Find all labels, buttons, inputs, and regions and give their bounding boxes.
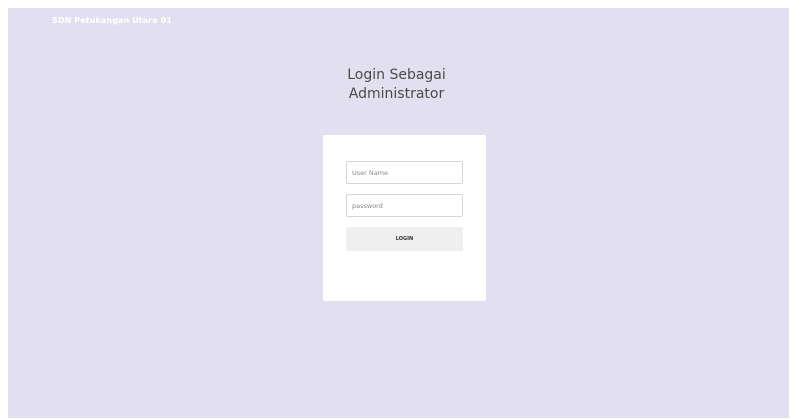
login-card: LOGIN xyxy=(323,135,486,301)
login-heading-line-1: Login Sebagai xyxy=(347,67,446,83)
username-input[interactable] xyxy=(346,161,463,184)
login-heading: Login Sebagai Administrator xyxy=(0,66,793,104)
password-input[interactable] xyxy=(346,194,463,217)
brand-title[interactable]: SDN Petukangan Utara 01 xyxy=(52,16,172,25)
login-button[interactable]: LOGIN xyxy=(346,227,463,251)
login-heading-line-2: Administrator xyxy=(348,86,445,102)
